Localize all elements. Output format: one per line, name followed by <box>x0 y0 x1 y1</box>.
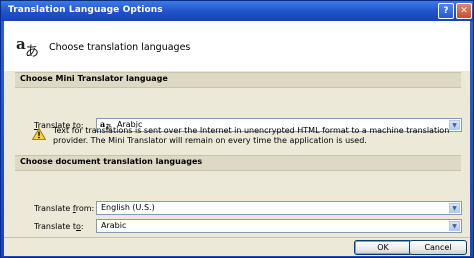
dialog-header: aあ Choose translation languages <box>4 21 470 71</box>
dialog-body: aあ Choose translation languages Choose M… <box>4 21 470 256</box>
title-bar[interactable]: Translation Language Options ? ✕ <box>1 1 473 21</box>
window-title: Translation Language Options <box>8 5 163 15</box>
close-icon: ✕ <box>460 6 468 16</box>
warning-icon <box>32 128 46 140</box>
section-header-document-translation: Choose document translation languages <box>15 155 461 171</box>
translate-to-dropdown[interactable]: Arabic ▼ <box>96 219 462 233</box>
section-header-mini-translator: Choose Mini Translator language <box>15 72 461 88</box>
dropdown-value: Arabic <box>101 221 127 230</box>
translate-from-label: Translate from: <box>34 204 95 213</box>
page-title: Choose translation languages <box>49 42 191 53</box>
cancel-button[interactable]: Cancel <box>409 240 467 255</box>
section-title: Choose Mini Translator language <box>20 74 168 83</box>
help-icon: ? <box>443 6 449 16</box>
help-button[interactable]: ? <box>438 3 454 19</box>
translate-to-doc-label: Translate to: <box>34 222 84 231</box>
section-title: Choose document translation languages <box>20 157 203 166</box>
chevron-down-icon[interactable]: ▼ <box>449 203 460 213</box>
translate-from-dropdown[interactable]: English (U.S.) ▼ <box>96 201 462 215</box>
ok-button[interactable]: OK <box>354 240 412 255</box>
close-button[interactable]: ✕ <box>456 3 472 19</box>
dialog-window: Translation Language Options ? ✕ aあ Choo… <box>0 0 474 258</box>
chevron-down-icon[interactable]: ▼ <box>449 221 460 231</box>
dropdown-value: English (U.S.) <box>101 203 155 212</box>
warning-text: Text for translations is sent over the I… <box>53 126 450 145</box>
translation-languages-icon: aあ <box>16 35 39 60</box>
